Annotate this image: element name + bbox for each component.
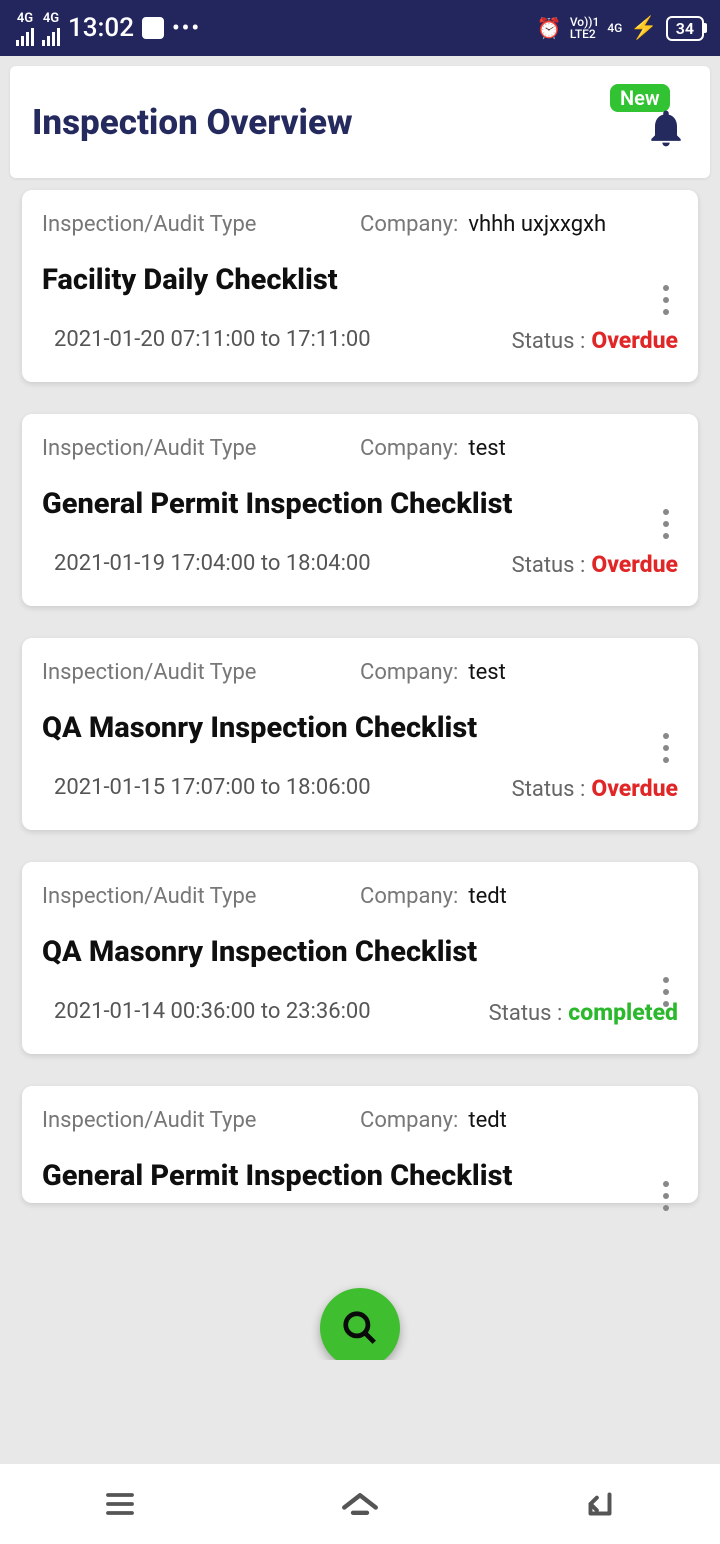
net-label-1: 4G <box>17 11 33 26</box>
inspection-title: QA Masonry Inspection Checklist <box>42 935 622 969</box>
company-label: Company: <box>360 212 458 237</box>
charging-icon: ⚡ <box>630 16 657 41</box>
net-label-2: 4G <box>43 11 59 26</box>
type-label: Inspection/Audit Type <box>42 212 256 237</box>
battery-indicator: 34 <box>666 16 704 41</box>
signal-icon-1 <box>16 28 34 46</box>
inspection-title: General Permit Inspection Checklist <box>42 1159 622 1193</box>
inspection-card[interactable]: Inspection/Audit Type Company: test Gene… <box>22 414 698 606</box>
nav-home-button[interactable] <box>338 1482 382 1526</box>
bottom-spacer <box>0 1360 720 1464</box>
company-value: tedt <box>468 884 506 909</box>
inspection-datetime: 2021-01-14 00:36:00 to 23:36:00 <box>42 999 371 1024</box>
type-label: Inspection/Audit Type <box>42 884 256 909</box>
search-fab[interactable] <box>320 1288 400 1368</box>
card-more-button[interactable] <box>652 1176 680 1216</box>
inspection-datetime: 2021-01-15 17:07:00 to 18:06:00 <box>42 775 371 800</box>
status-value: Overdue <box>591 775 678 802</box>
inspection-card[interactable]: Inspection/Audit Type Company: tedt QA M… <box>22 862 698 1054</box>
app-icon <box>142 17 164 39</box>
status-label: Status : <box>489 1001 563 1026</box>
system-nav-bar <box>0 1464 720 1544</box>
status-label: Status : <box>512 777 586 802</box>
device-status-bar: 4G 4G 13:02 ••• ⏰ Vo))1LTE2 4G ⚡ 34 <box>0 0 720 56</box>
card-more-button[interactable] <box>652 280 680 320</box>
volte-label: Vo))1LTE2 <box>570 16 600 40</box>
status-label: Status : <box>512 329 586 354</box>
fourg-label: 4G <box>607 22 622 34</box>
search-icon <box>341 1309 379 1347</box>
inspection-list: Inspection/Audit Type Company: vhhh uxjx… <box>0 190 720 1355</box>
type-label: Inspection/Audit Type <box>42 1108 256 1133</box>
status-value: Overdue <box>591 551 678 578</box>
card-more-button[interactable] <box>652 728 680 768</box>
company-label: Company: <box>360 436 458 461</box>
type-label: Inspection/Audit Type <box>42 660 256 685</box>
clock: 13:02 <box>68 13 134 43</box>
bell-icon <box>644 106 688 150</box>
page-title: Inspection Overview <box>32 102 353 143</box>
inspection-card[interactable]: Inspection/Audit Type Company: tedt Gene… <box>22 1086 698 1203</box>
signal-icon-2 <box>42 28 60 46</box>
status-label: Status : <box>512 553 586 578</box>
alarm-icon: ⏰ <box>537 16 562 40</box>
card-more-button[interactable] <box>652 504 680 544</box>
company-value: tedt <box>468 1108 506 1133</box>
company-value: test <box>468 436 505 461</box>
card-more-button[interactable] <box>652 972 680 1012</box>
nav-back-button[interactable] <box>578 1482 622 1526</box>
inspection-datetime: 2021-01-20 07:11:00 to 17:11:00 <box>42 327 371 352</box>
inspection-card[interactable]: Inspection/Audit Type Company: vhhh uxjx… <box>22 190 698 382</box>
company-value: test <box>468 660 505 685</box>
notifications-button[interactable]: New <box>632 94 688 150</box>
inspection-title: Facility Daily Checklist <box>42 263 622 297</box>
inspection-title: QA Masonry Inspection Checklist <box>42 711 622 745</box>
inspection-card[interactable]: Inspection/Audit Type Company: test QA M… <box>22 638 698 830</box>
inspection-datetime: 2021-01-19 17:04:00 to 18:04:00 <box>42 551 371 576</box>
more-dots-status: ••• <box>172 16 201 41</box>
nav-recent-button[interactable] <box>98 1482 142 1526</box>
company-label: Company: <box>360 660 458 685</box>
company-label: Company: <box>360 884 458 909</box>
status-value: Overdue <box>591 327 678 354</box>
inspection-title: General Permit Inspection Checklist <box>42 487 622 521</box>
company-value: vhhh uxjxxgxh <box>468 212 606 237</box>
company-label: Company: <box>360 1108 458 1133</box>
header-card: Inspection Overview New <box>10 66 710 178</box>
status-left: 4G 4G 13:02 ••• <box>16 11 201 46</box>
status-right: ⏰ Vo))1LTE2 4G ⚡ 34 <box>537 16 704 41</box>
type-label: Inspection/Audit Type <box>42 436 256 461</box>
